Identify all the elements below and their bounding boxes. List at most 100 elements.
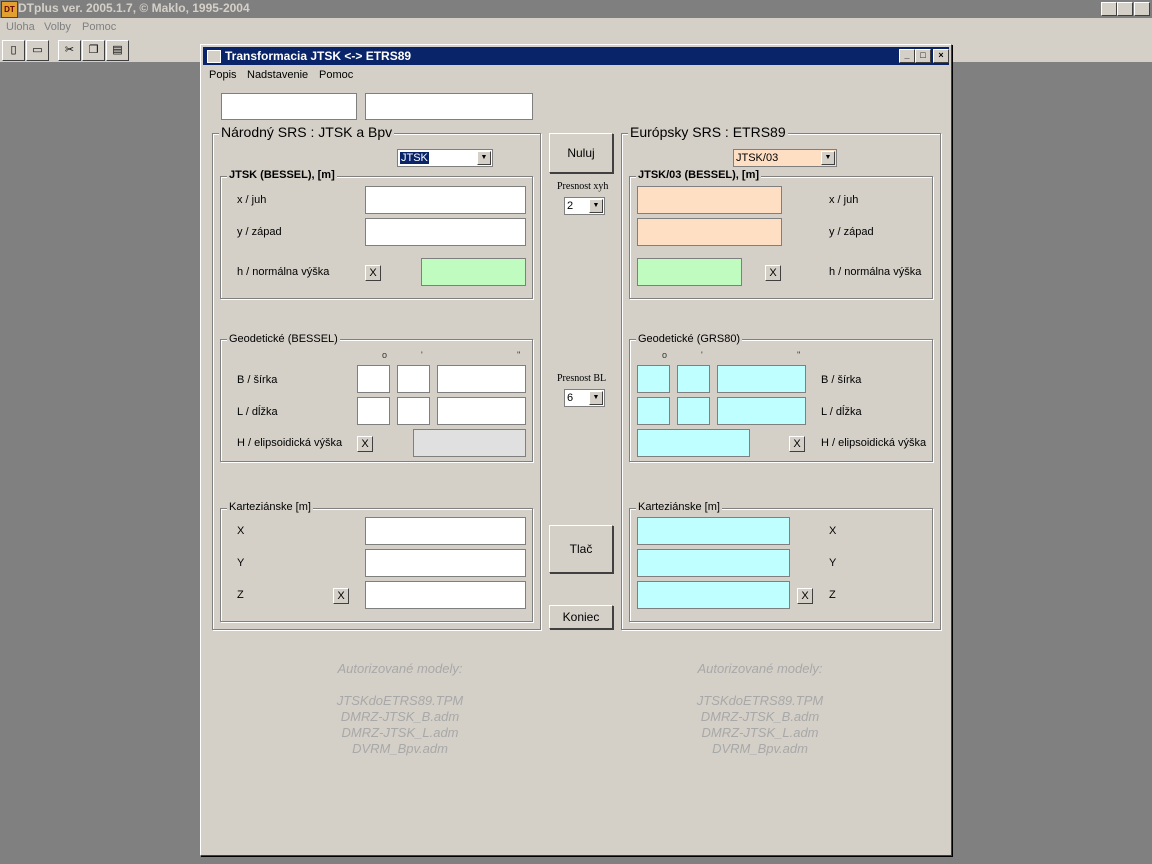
presnost-xyh-label: Presnost xyh xyxy=(557,181,609,192)
right-h-input[interactable] xyxy=(637,258,742,286)
right-min-mark: ' xyxy=(701,350,703,360)
left-h-clear-button[interactable]: X xyxy=(365,265,381,281)
right-deg-mark: o xyxy=(662,350,668,360)
dialog-minimize-button[interactable]: _ xyxy=(899,49,915,63)
left-X-label: X xyxy=(237,525,245,537)
left-H-label: H / elipsoidická výška xyxy=(237,437,343,449)
dialog-close-button[interactable]: × xyxy=(933,49,949,63)
tlac-button[interactable]: Tlač xyxy=(549,525,613,573)
right-X-label: X xyxy=(829,525,837,537)
right-x-label: x / juh xyxy=(829,194,859,206)
presnost-xyh-value: 2 xyxy=(567,200,574,212)
left-H-input[interactable] xyxy=(413,429,526,457)
right-x-input[interactable] xyxy=(637,186,782,214)
left-system-select[interactable]: JTSK ▼ xyxy=(397,149,493,167)
left-h-label: h / normálna výška xyxy=(237,266,330,278)
left-model-item: DVRM_Bpv.adm xyxy=(352,741,448,756)
right-jtsk-group-label: JTSK/03 (BESSEL), [m] xyxy=(636,169,762,181)
presnost-bl-value: 6 xyxy=(567,392,574,404)
minimize-button[interactable]: _ xyxy=(1101,2,1117,16)
copy-icon[interactable]: ❐ xyxy=(82,40,105,61)
koniec-button[interactable]: Koniec xyxy=(549,605,613,629)
left-b-min-input[interactable] xyxy=(397,365,430,393)
right-l-min-input[interactable] xyxy=(677,397,710,425)
right-model-item: DMRZ-JTSK_B.adm xyxy=(700,709,820,724)
open-icon[interactable]: ▭ xyxy=(26,40,49,61)
left-l-sec-input[interactable] xyxy=(437,397,526,425)
right-system-select[interactable]: JTSK/03 ▼ xyxy=(733,149,837,167)
left-model-item: JTSKdoETRS89.TPM xyxy=(336,693,464,708)
new-icon[interactable]: ▯ xyxy=(2,40,25,61)
paste-icon[interactable]: ▤ xyxy=(106,40,129,61)
left-min-mark: ' xyxy=(421,350,423,360)
left-l-min-input[interactable] xyxy=(397,397,430,425)
left-b-sec-input[interactable] xyxy=(437,365,526,393)
restore-button[interactable]: ❐ xyxy=(1117,2,1133,16)
right-h-clear-button[interactable]: X xyxy=(765,265,781,281)
right-H-input[interactable] xyxy=(637,429,750,457)
right-l-deg-input[interactable] xyxy=(637,397,670,425)
right-Y-input[interactable] xyxy=(637,549,790,577)
presnost-bl-select[interactable]: 6 ▼ xyxy=(564,389,605,407)
chevron-down-icon[interactable]: ▼ xyxy=(589,199,603,213)
right-Z-label: Z xyxy=(829,589,836,601)
app-title: DTplus ver. 2005.1.7, © Maklo, 1995-2004 xyxy=(18,1,250,15)
menu-pomoc[interactable]: Pomoc xyxy=(82,21,116,33)
right-system-value: JTSK/03 xyxy=(736,152,779,164)
left-l-deg-input[interactable] xyxy=(357,397,390,425)
right-model-item: JTSKdoETRS89.TPM xyxy=(696,693,824,708)
left-sec-mark: '' xyxy=(517,350,521,360)
nuluj-button[interactable]: Nuluj xyxy=(549,133,613,173)
left-H-clear-button[interactable]: X xyxy=(357,436,373,452)
close-button[interactable]: × xyxy=(1134,2,1150,16)
left-model-item: DMRZ-JTSK_L.adm xyxy=(341,725,459,740)
app-title-bar: DT DTplus ver. 2005.1.7, © Maklo, 1995-2… xyxy=(0,0,1152,18)
dialog-title-bar: Transformacia JTSK <-> ETRS89 _ □ × xyxy=(203,47,949,65)
presnost-xyh-select[interactable]: 2 ▼ xyxy=(564,197,605,215)
dialog-menu-nadstavenie[interactable]: Nadstavenie xyxy=(247,69,308,81)
transform-dialog: Transformacia JTSK <-> ETRS89 _ □ × Popi… xyxy=(200,44,952,856)
right-X-input[interactable] xyxy=(637,517,790,545)
left-h-input[interactable] xyxy=(421,258,526,286)
dialog-icon xyxy=(207,50,221,63)
right-b-min-input[interactable] xyxy=(677,365,710,393)
top-field-2[interactable] xyxy=(365,93,533,120)
left-deg-mark: o xyxy=(382,350,388,360)
left-jtsk-group-label: JTSK (BESSEL), [m] xyxy=(227,169,337,181)
left-x-input[interactable] xyxy=(365,186,526,214)
right-h-label: h / normálna výška xyxy=(829,266,922,278)
left-l-label: L / dĺžka xyxy=(237,406,278,418)
menu-uloha[interactable]: Uloha xyxy=(6,21,35,33)
left-panel-title: Národný SRS : JTSK a Bpv xyxy=(219,124,395,140)
right-Y-label: Y xyxy=(829,557,837,569)
left-Y-input[interactable] xyxy=(365,549,526,577)
left-Z-input[interactable] xyxy=(365,581,526,609)
dialog-menu-pomoc[interactable]: Pomoc xyxy=(319,69,353,81)
left-y-input[interactable] xyxy=(365,218,526,246)
right-kart-group-label: Karteziánske [m] xyxy=(636,501,722,513)
left-b-deg-input[interactable] xyxy=(357,365,390,393)
top-field-1[interactable] xyxy=(221,93,357,120)
chevron-down-icon[interactable]: ▼ xyxy=(477,151,491,165)
right-sec-mark: '' xyxy=(797,350,801,360)
chevron-down-icon[interactable]: ▼ xyxy=(821,151,835,165)
left-Z-clear-button[interactable]: X xyxy=(333,588,349,604)
right-b-sec-input[interactable] xyxy=(717,365,806,393)
right-b-deg-input[interactable] xyxy=(637,365,670,393)
right-models-heading: Autorizované modely: xyxy=(697,661,823,676)
dialog-menu-popis[interactable]: Popis xyxy=(209,69,237,81)
right-Z-input[interactable] xyxy=(637,581,790,609)
cut-icon[interactable]: ✂ xyxy=(58,40,81,61)
left-X-input[interactable] xyxy=(365,517,526,545)
right-panel-title: Európsky SRS : ETRS89 xyxy=(628,124,788,140)
right-l-sec-input[interactable] xyxy=(717,397,806,425)
left-kart-group-label: Karteziánske [m] xyxy=(227,501,313,513)
left-models-heading: Autorizované modely: xyxy=(337,661,463,676)
chevron-down-icon[interactable]: ▼ xyxy=(589,391,603,405)
right-H-clear-button[interactable]: X xyxy=(789,436,805,452)
menu-volby[interactable]: Volby xyxy=(44,21,71,33)
right-Z-clear-button[interactable]: X xyxy=(797,588,813,604)
dialog-maximize-button[interactable]: □ xyxy=(915,49,931,63)
right-y-input[interactable] xyxy=(637,218,782,246)
right-geo-group-label: Geodetické (GRS80) xyxy=(636,333,743,345)
